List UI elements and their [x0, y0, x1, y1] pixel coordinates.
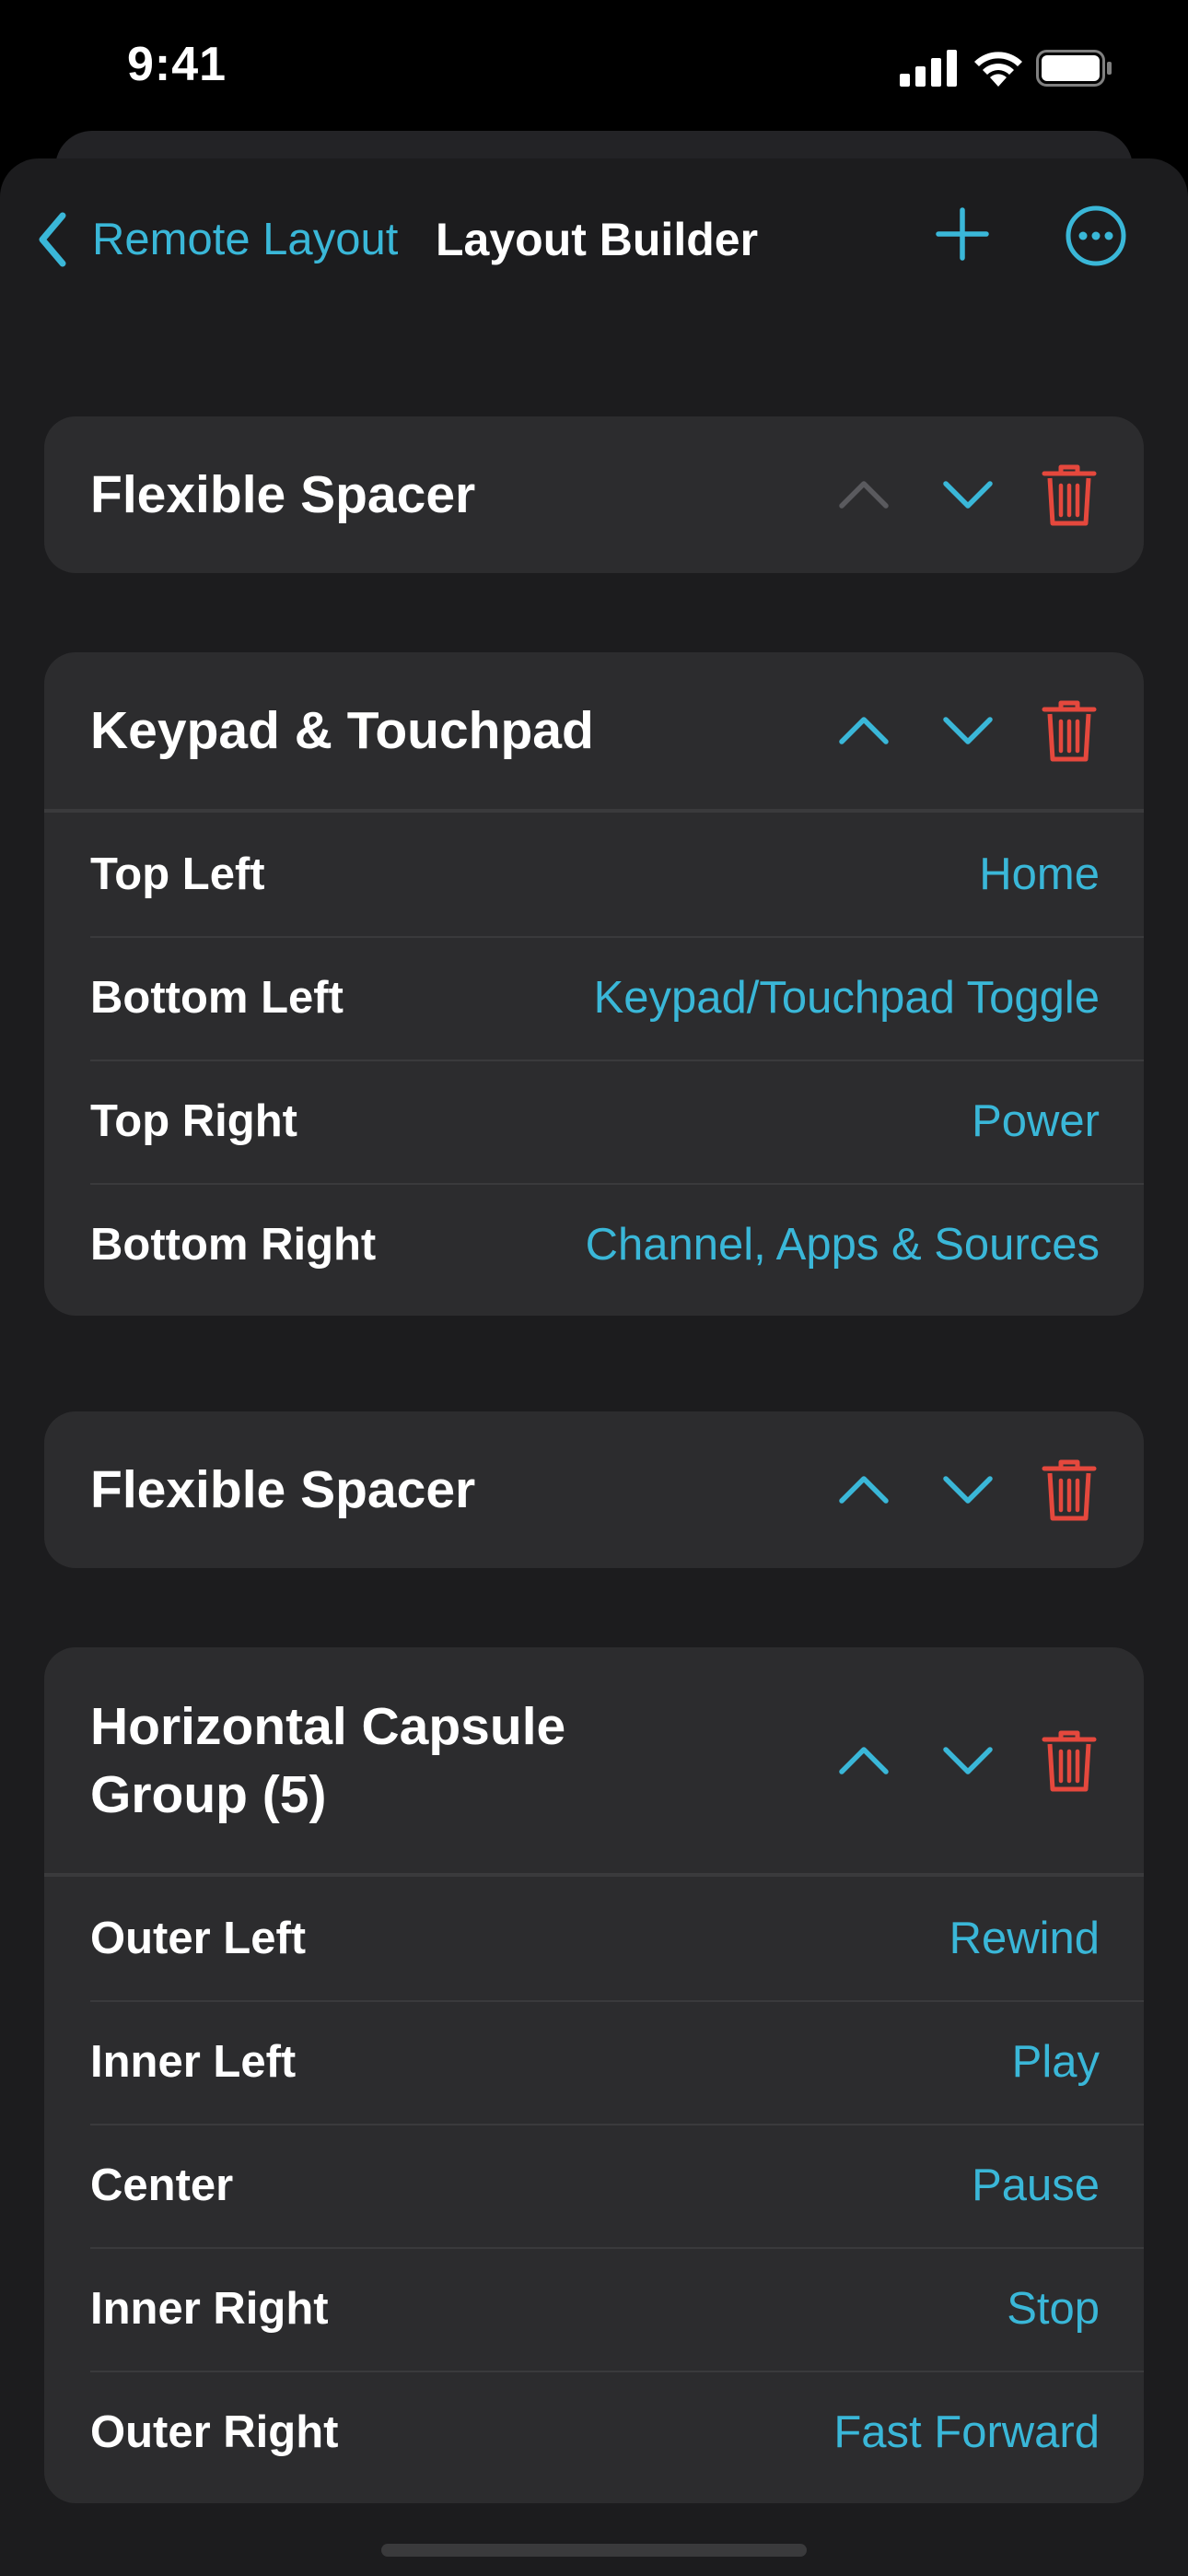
trash-icon[interactable] — [1041, 697, 1098, 764]
slot-label: Top Left — [90, 849, 265, 899]
slot-label: Center — [90, 2160, 234, 2210]
move-down-icon[interactable] — [938, 701, 997, 760]
slot-row-inner-left[interactable]: Inner Left Play — [44, 2000, 1144, 2124]
cellular-signal-icon — [900, 50, 957, 87]
move-up-icon[interactable] — [834, 1731, 893, 1790]
trash-icon[interactable] — [1041, 1727, 1098, 1794]
slot-row-bottom-left[interactable]: Bottom Left Keypad/Touchpad Toggle — [44, 936, 1144, 1060]
section-card: Flexible Spacer — [44, 1411, 1144, 1568]
slot-value: Power — [972, 1096, 1100, 1146]
slot-label: Bottom Right — [90, 1220, 377, 1270]
wifi-icon — [974, 52, 1022, 87]
layout-builder-sheet: Remote Layout Layout Builder Flexible Sp… — [0, 158, 1188, 2576]
chevron-left-icon — [39, 212, 66, 267]
section-title: Keypad & Touchpad — [90, 701, 594, 760]
slot-label: Outer Left — [90, 1914, 307, 1963]
move-down-icon[interactable] — [938, 465, 997, 524]
section-title: Horizontal Capsule Group (5) — [90, 1696, 566, 1824]
slot-row-bottom-right[interactable]: Bottom Right Channel, Apps & Sources — [44, 1183, 1144, 1306]
section-header: Keypad & Touchpad — [44, 652, 1144, 809]
move-up-icon — [839, 481, 889, 509]
page-title: Layout Builder — [436, 214, 759, 265]
slot-value: Pause — [972, 2160, 1100, 2210]
move-down-icon[interactable] — [938, 1460, 997, 1519]
slot-row-outer-right[interactable]: Outer Right Fast Forward — [44, 2371, 1144, 2494]
navigation-bar: Remote Layout Layout Builder — [0, 158, 1188, 320]
status-time: 9:41 — [127, 38, 227, 91]
slot-row-outer-left[interactable]: Outer Left Rewind — [44, 1877, 1144, 2000]
slot-label: Top Right — [90, 1096, 297, 1146]
battery-icon — [1036, 50, 1112, 87]
back-button-label: Remote Layout — [92, 215, 399, 264]
section-header: Horizontal Capsule Group (5) — [44, 1647, 1144, 1873]
move-up-icon[interactable] — [834, 701, 893, 760]
more-options-icon[interactable] — [1065, 205, 1127, 267]
move-down-icon[interactable] — [938, 1731, 997, 1790]
slot-row-top-right[interactable]: Top Right Power — [44, 1060, 1144, 1183]
back-button[interactable]: Remote Layout — [33, 210, 398, 269]
section-title: Flexible Spacer — [90, 1460, 476, 1519]
slot-label: Inner Right — [90, 2284, 329, 2334]
section-header: Flexible Spacer — [44, 1411, 1144, 1568]
section-title: Flexible Spacer — [90, 465, 476, 524]
move-up-icon[interactable] — [834, 1460, 893, 1519]
trash-icon[interactable] — [1041, 1457, 1098, 1523]
trash-icon[interactable] — [1041, 462, 1098, 528]
slot-value: Channel, Apps & Sources — [585, 1220, 1100, 1270]
section-card: Flexible Spacer — [44, 416, 1144, 573]
slot-label: Inner Left — [90, 2037, 297, 2087]
section-card: Horizontal Capsule Group (5) Outer Left … — [44, 1647, 1144, 2503]
slot-row-top-left[interactable]: Top Left Home — [44, 813, 1144, 936]
slot-label: Outer Right — [90, 2407, 339, 2457]
section-header: Flexible Spacer — [44, 416, 1144, 573]
status-bar: 9:41 — [0, 0, 1188, 138]
section-card: Keypad & Touchpad Top Left Home Bottom L… — [44, 652, 1144, 1316]
slot-value: Stop — [1007, 2284, 1100, 2334]
add-icon[interactable] — [935, 206, 990, 262]
home-indicator[interactable] — [381, 2544, 807, 2557]
slot-value: Fast Forward — [833, 2407, 1100, 2457]
slot-label: Bottom Left — [90, 973, 344, 1023]
slot-value: Keypad/Touchpad Toggle — [593, 973, 1100, 1023]
slot-value: Play — [1011, 2037, 1100, 2087]
slot-value: Rewind — [949, 1914, 1100, 1963]
slot-row-center[interactable]: Center Pause — [44, 2124, 1144, 2247]
slot-row-inner-right[interactable]: Inner Right Stop — [44, 2247, 1144, 2371]
slot-value: Home — [979, 849, 1100, 899]
